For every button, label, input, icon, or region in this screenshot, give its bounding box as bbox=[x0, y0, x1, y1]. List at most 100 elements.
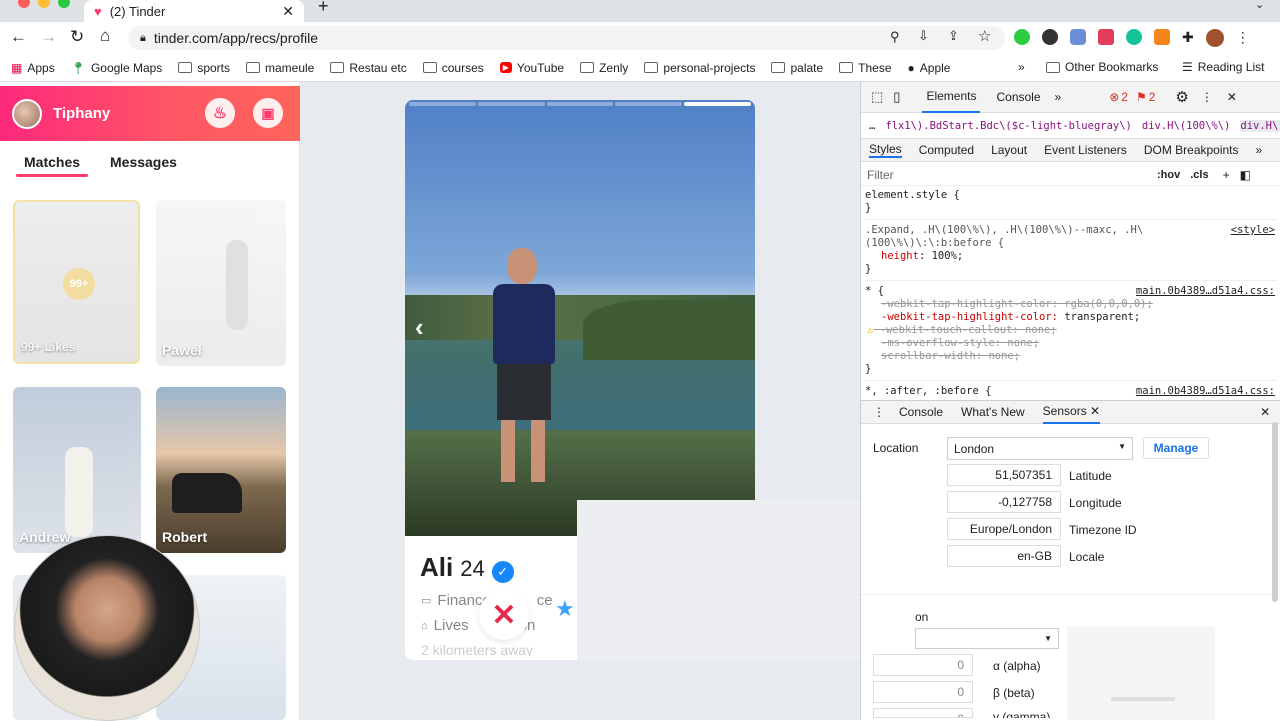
grammarly-icon[interactable] bbox=[1126, 29, 1142, 45]
gamma-input[interactable]: 0 bbox=[873, 708, 973, 718]
tab-console[interactable]: Console bbox=[996, 90, 1040, 104]
rule-source-link[interactable]: <style> bbox=[1231, 224, 1275, 237]
extension-red-icon[interactable] bbox=[1098, 29, 1114, 45]
subtab-dom-breakpoints[interactable]: DOM Breakpoints bbox=[1144, 143, 1239, 157]
browser-tab[interactable]: ♥ (2) Tinder ✕ bbox=[84, 0, 304, 22]
tab-matches[interactable]: Matches bbox=[24, 154, 80, 170]
styles-filter-input[interactable]: Filter bbox=[867, 168, 1157, 182]
bookmark-zenly[interactable]: Zenly bbox=[580, 61, 628, 75]
more-tabs[interactable]: » bbox=[1055, 90, 1062, 104]
device-toolbar-icon[interactable]: ▯ bbox=[893, 89, 900, 105]
bookmark-palate[interactable]: palate bbox=[771, 61, 823, 75]
settings-gear-icon[interactable]: ⚙ bbox=[1175, 88, 1188, 106]
breadcrumb-item[interactable]: flx1\).BdStart.Bdc\($c-light-bluegray\) bbox=[885, 120, 1132, 132]
match-card[interactable]: Andrew bbox=[13, 387, 141, 553]
locale-input[interactable]: en-GB bbox=[947, 545, 1061, 567]
drawer-scrollbar[interactable] bbox=[1272, 422, 1278, 602]
close-window-button[interactable] bbox=[18, 0, 30, 8]
install-icon[interactable]: ⇩ bbox=[918, 28, 929, 44]
explore-flame-icon[interactable]: ♨ bbox=[205, 98, 235, 128]
user-name[interactable]: Tiphany bbox=[53, 105, 110, 122]
css-declaration[interactable]: -webkit-touch-callout: none; bbox=[880, 324, 1057, 336]
close-tab-icon[interactable]: ✕ bbox=[282, 3, 294, 20]
bookmark-restau[interactable]: Restau etc bbox=[330, 61, 407, 75]
match-card[interactable]: Paweł bbox=[156, 200, 286, 366]
sidebar-toggle-icon[interactable]: ◧ bbox=[1240, 168, 1251, 182]
new-tab-icon[interactable]: + bbox=[318, 0, 329, 17]
briefcase-icon[interactable]: ▣ bbox=[253, 98, 283, 128]
issue-count-badge[interactable]: ⚑ 2 bbox=[1136, 90, 1155, 104]
orientation-select[interactable]: ▼ bbox=[915, 628, 1059, 649]
close-sensors-icon[interactable]: ✕ bbox=[1090, 404, 1100, 418]
manage-button[interactable]: Manage bbox=[1143, 437, 1209, 459]
subtab-event-listeners[interactable]: Event Listeners bbox=[1044, 143, 1127, 157]
timezone-input[interactable]: Europe/London bbox=[947, 518, 1061, 540]
beta-input[interactable]: 0 bbox=[873, 681, 973, 703]
profile-avatar[interactable] bbox=[1205, 29, 1224, 47]
error-count-badge[interactable]: ⊗ 2 bbox=[1109, 90, 1128, 104]
nope-button[interactable]: ✕ bbox=[479, 590, 529, 640]
extension-green-icon[interactable] bbox=[1014, 29, 1030, 45]
close-drawer-icon[interactable]: ✕ bbox=[1260, 405, 1270, 419]
avatar[interactable] bbox=[12, 98, 42, 129]
hov-toggle[interactable]: :hov bbox=[1157, 169, 1180, 181]
bookmark-star-icon[interactable]: ☆ bbox=[978, 27, 991, 45]
location-pin-icon[interactable]: ⚲ bbox=[890, 29, 900, 45]
longitude-input[interactable]: -0,127758 bbox=[947, 491, 1061, 513]
subtab-styles[interactable]: Styles bbox=[869, 142, 902, 158]
breadcrumb-item[interactable]: div.H\(100\%\) bbox=[1240, 120, 1280, 132]
rule-source-link[interactable]: main.0b4389…d51a4.css: bbox=[1136, 385, 1275, 398]
bookmark-sports[interactable]: sports bbox=[178, 61, 230, 75]
tab-search-icon[interactable]: ⌄ bbox=[1255, 0, 1264, 11]
latitude-input[interactable]: 51,507351 bbox=[947, 464, 1061, 486]
bookmark-mameule[interactable]: mameule bbox=[246, 61, 314, 75]
breadcrumb-ellipsis[interactable]: … bbox=[869, 120, 875, 132]
profile-photo[interactable]: ‹ bbox=[405, 100, 755, 536]
css-declaration[interactable]: scrollbar-width: none; bbox=[865, 350, 1277, 363]
bookmark-apps[interactable]: ▦ Apps bbox=[11, 61, 55, 75]
forward-icon[interactable]: → bbox=[40, 27, 57, 47]
reload-icon[interactable]: ↻ bbox=[70, 27, 84, 47]
drawer-tab-sensors[interactable]: Sensors ✕ bbox=[1042, 400, 1101, 424]
other-bookmarks[interactable]: Other Bookmarks bbox=[1046, 60, 1158, 74]
css-value[interactable]: 100%; bbox=[932, 250, 964, 262]
css-property[interactable]: -webkit-tap-highlight-color: bbox=[881, 311, 1058, 323]
breadcrumb-item[interactable]: div.H\(100\%\) bbox=[1142, 120, 1231, 132]
orientation-preview[interactable] bbox=[1067, 627, 1215, 720]
drawer-tab-console[interactable]: Console bbox=[899, 405, 943, 419]
bookmark-personal-projects[interactable]: personal-projects bbox=[644, 61, 755, 75]
minimize-window-button[interactable] bbox=[38, 0, 50, 8]
extension-dark-icon[interactable] bbox=[1042, 29, 1058, 45]
subtab-more[interactable]: » bbox=[1256, 143, 1263, 157]
metamask-icon[interactable] bbox=[1154, 29, 1170, 45]
reading-list[interactable]: ☰ Reading List bbox=[1182, 60, 1264, 74]
bookmark-these[interactable]: These bbox=[839, 61, 892, 75]
tab-messages[interactable]: Messages bbox=[110, 154, 177, 170]
match-card[interactable]: Robert bbox=[156, 387, 286, 553]
close-devtools-icon[interactable]: ✕ bbox=[1227, 90, 1237, 104]
previous-photo-icon[interactable]: ‹ bbox=[415, 312, 424, 343]
subtab-layout[interactable]: Layout bbox=[991, 143, 1027, 157]
subtab-computed[interactable]: Computed bbox=[919, 143, 974, 157]
extension-blue-icon[interactable] bbox=[1070, 29, 1086, 45]
add-rule-icon[interactable]: + bbox=[1223, 168, 1230, 182]
kebab-menu-icon[interactable]: ⋮ bbox=[1201, 90, 1213, 104]
tab-elements[interactable]: Elements bbox=[922, 81, 981, 113]
bookmark-courses[interactable]: courses bbox=[422, 61, 484, 75]
address-bar[interactable]: 🔒︎ tinder.com/app/recs/profile ⚲ ⇩ ⇪ ☆ bbox=[128, 26, 1005, 50]
more-bookmarks-chevron[interactable]: » bbox=[1018, 60, 1025, 74]
menu-icon[interactable]: ⋮ bbox=[1236, 29, 1250, 47]
inspect-icon[interactable]: ⬚ bbox=[871, 89, 883, 105]
css-declaration[interactable]: -webkit-tap-highlight-color: rgba(0,0,0,… bbox=[865, 298, 1277, 311]
css-declaration[interactable]: -ms-overflow-style: none; bbox=[865, 337, 1277, 350]
cls-toggle[interactable]: .cls bbox=[1190, 169, 1208, 181]
share-icon[interactable]: ⇪ bbox=[948, 28, 959, 44]
bookmark-apple[interactable]: ● Apple bbox=[908, 61, 951, 75]
bookmark-google-maps[interactable]: 📍︎ Google Maps bbox=[71, 61, 163, 75]
css-value[interactable]: transparent; bbox=[1064, 311, 1140, 323]
likes-card[interactable]: 99+ 99+ Likes bbox=[13, 200, 140, 364]
profile-info[interactable]: Ali 24 ✓ ▭ Finance ce ⌂ Lives on 2 kilom… bbox=[405, 536, 577, 660]
drawer-menu-icon[interactable]: ⋮ bbox=[873, 405, 885, 419]
home-icon[interactable]: ⌂ bbox=[100, 26, 110, 46]
rule-source-link[interactable]: main.0b4389…d51a4.css: bbox=[1136, 285, 1275, 298]
